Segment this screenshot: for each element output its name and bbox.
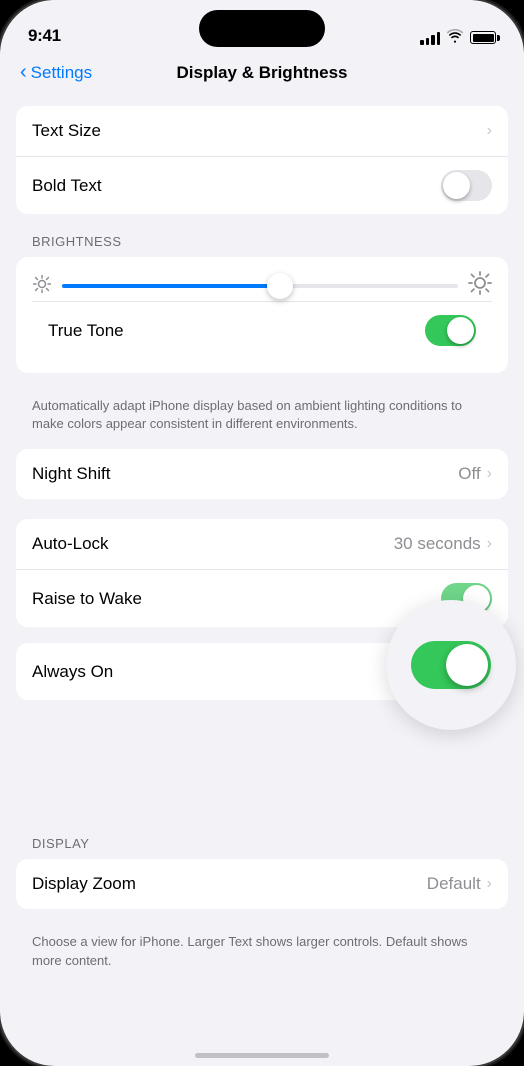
display-zoom-row[interactable]: Display Zoom Default › [16, 859, 508, 909]
dynamic-island [199, 10, 325, 47]
back-label: Settings [31, 63, 92, 83]
auto-lock-value: 30 seconds [394, 534, 481, 554]
magnified-toggle-container [386, 600, 516, 730]
text-settings-group: Text Size › Bold Text [16, 106, 508, 214]
auto-lock-label: Auto-Lock [32, 534, 394, 554]
true-tone-row[interactable]: True Tone [32, 301, 492, 359]
back-chevron-icon: ‹ [20, 61, 27, 84]
display-zoom-group: Display Zoom Default › [16, 859, 508, 909]
bold-text-toggle[interactable] [441, 170, 492, 201]
always-on-label: Always On [32, 662, 441, 682]
auto-lock-chevron-icon: › [487, 535, 492, 553]
true-tone-toggle-thumb [447, 317, 474, 344]
home-indicator [195, 1053, 329, 1058]
bold-text-toggle-thumb [443, 172, 470, 199]
night-shift-group: Night Shift Off › [16, 449, 508, 499]
brightness-low-icon [32, 275, 52, 298]
true-tone-label: True Tone [48, 321, 425, 341]
text-size-label: Text Size [32, 121, 487, 141]
raise-to-wake-label: Raise to Wake [32, 589, 441, 609]
display-zoom-value: Default [427, 874, 481, 894]
brightness-section-label: BRIGHTNESS [0, 234, 524, 257]
always-on-container: Always On [16, 643, 508, 700]
status-time: 9:41 [28, 26, 61, 46]
night-shift-row[interactable]: Night Shift Off › [16, 449, 508, 499]
signal-icon [420, 31, 440, 45]
true-tone-toggle[interactable] [425, 315, 476, 346]
brightness-fill [62, 284, 280, 288]
text-size-row[interactable]: Text Size › [16, 106, 508, 156]
auto-lock-row[interactable]: Auto-Lock 30 seconds › [16, 519, 508, 569]
brightness-high-icon [468, 271, 492, 301]
status-bar: 9:41 [0, 0, 524, 54]
text-size-chevron-icon: › [487, 122, 492, 140]
bold-text-row[interactable]: Bold Text [16, 156, 508, 214]
page-title: Display & Brightness [177, 63, 348, 83]
display-zoom-chevron-icon: › [487, 875, 492, 893]
night-shift-label: Night Shift [32, 464, 458, 484]
true-tone-description: Automatically adapt iPhone display based… [0, 389, 524, 449]
display-zoom-label: Display Zoom [32, 874, 427, 894]
brightness-slider-row[interactable] [32, 271, 492, 301]
always-on-toggle[interactable] [411, 641, 491, 689]
phone-frame: 9:41 [0, 0, 524, 1066]
wifi-icon [447, 29, 463, 46]
bold-text-label: Bold Text [32, 176, 441, 196]
status-icons [420, 29, 496, 46]
night-shift-value: Off [458, 464, 480, 484]
always-on-toggle-thumb [446, 644, 488, 686]
nav-bar: ‹ Settings Display & Brightness [0, 54, 524, 94]
back-button[interactable]: ‹ Settings [20, 62, 92, 84]
display-section-label: DISPLAY [0, 836, 524, 859]
brightness-group: True Tone [16, 257, 508, 373]
settings-content: Text Size › Bold Text BRIGHTNESS [0, 94, 524, 1036]
display-zoom-description: Choose a view for iPhone. Larger Text sh… [0, 925, 524, 985]
brightness-slider[interactable] [62, 284, 458, 288]
battery-icon [470, 31, 496, 44]
brightness-thumb [267, 273, 293, 299]
phone-screen: 9:41 [0, 0, 524, 1066]
night-shift-chevron-icon: › [487, 465, 492, 483]
